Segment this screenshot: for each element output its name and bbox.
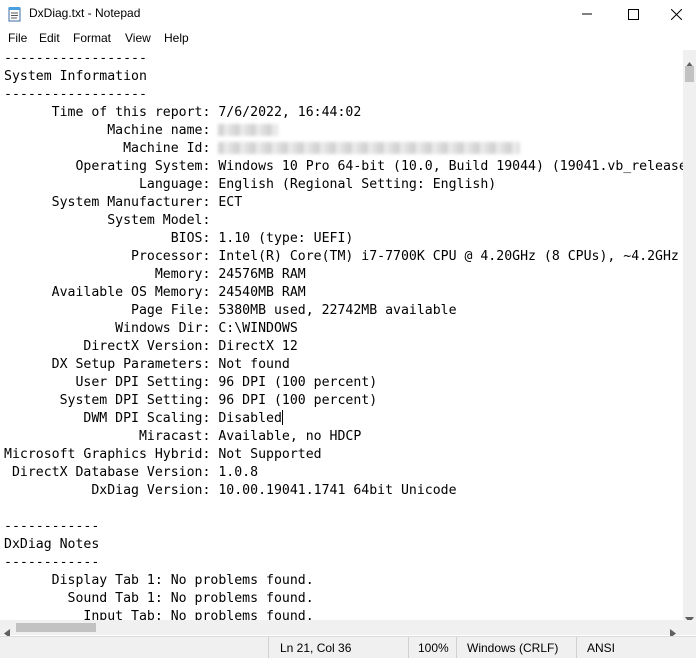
notepad-icon — [8, 6, 22, 22]
menu-view[interactable]: View — [123, 31, 153, 45]
status-segment-zoom: 100% — [408, 637, 457, 658]
status-bar: Ln 21, Col 36 100% Windows (CRLF) ANSI — [0, 636, 696, 658]
text-line: System Model: — [4, 213, 219, 228]
text-line: DirectX Version: DirectX 12 — [4, 339, 298, 354]
vertical-scrollbar[interactable] — [683, 50, 696, 623]
horizontal-scrollbar[interactable] — [0, 620, 683, 638]
maximize-button[interactable] — [610, 0, 656, 28]
text-line: Machine Id: — [4, 141, 219, 156]
title-bar[interactable]: DxDiag.txt - Notepad — [0, 0, 696, 28]
redacted-machine-id — [218, 142, 521, 154]
text-line: System DPI Setting: 96 DPI (100 percent) — [4, 393, 378, 408]
line-ending: Windows (CRLF) — [467, 641, 559, 655]
menu-format[interactable]: Format — [71, 31, 113, 45]
text-line: Processor: Intel(R) Core(TM) i7-7700K CP… — [4, 249, 679, 264]
text-line: Memory: 24576MB RAM — [4, 267, 306, 282]
maximize-icon — [627, 8, 639, 20]
minimize-icon — [582, 13, 592, 15]
status-segment-encoding: ANSI — [576, 637, 696, 658]
status-segment-line-ending: Windows (CRLF) — [456, 637, 577, 658]
text-line: Microsoft Graphics Hybrid: Not Supported — [4, 447, 322, 462]
text-line: Time of this report: 7/6/2022, 16:44:02 — [4, 105, 362, 120]
text-line: Page File: 5380MB used, 22742MB availabl… — [4, 303, 457, 318]
text-line: User DPI Setting: 96 DPI (100 percent) — [4, 375, 378, 390]
text-line: Input Tab: No problems found. — [4, 609, 314, 620]
text-caret — [281, 410, 283, 425]
text-line: System Information — [4, 69, 147, 84]
encoding: ANSI — [587, 641, 616, 655]
text-line: DWM DPI Scaling: Disabled — [4, 411, 282, 426]
text-line: Machine name: — [4, 123, 219, 138]
text-line: DX Setup Parameters: Not found — [4, 357, 290, 372]
text-line: Operating System: Windows 10 Pro 64-bit … — [75, 159, 683, 174]
redacted-machine-name — [218, 124, 279, 136]
minimize-button[interactable] — [564, 0, 610, 28]
text-line: System Manufacturer: ECT — [4, 195, 243, 210]
text-editor[interactable]: ------------------ System Information --… — [0, 50, 683, 620]
cursor-position: Ln 21, Col 36 — [280, 641, 352, 655]
text-line: Language: English (Regional Setting: Eng… — [4, 177, 497, 192]
status-segment-position: Ln 21, Col 36 — [268, 637, 409, 658]
window-title: DxDiag.txt - Notepad — [29, 6, 141, 20]
text-line: Display Tab 1: No problems found. — [4, 573, 314, 588]
scrollbar-corner — [683, 620, 696, 635]
menu-edit[interactable]: Edit — [37, 31, 62, 45]
vertical-scroll-thumb[interactable] — [685, 66, 694, 82]
text-line: DirectX Database Version: 1.0.8 — [4, 465, 259, 480]
text-line: Miracast: Available, no HDCP — [4, 429, 362, 444]
menu-bar: File Edit Format View Help — [0, 29, 696, 49]
text-line: Windows Dir: C:\WINDOWS — [4, 321, 298, 336]
text-line: ------------------ — [4, 51, 147, 66]
text-line: Available OS Memory: 24540MB RAM — [4, 285, 306, 300]
text-line: DxDiag Notes — [4, 537, 100, 552]
close-icon — [670, 8, 682, 20]
text-line: BIOS: 1.10 (type: UEFI) — [4, 231, 354, 246]
zoom-level: 100% — [418, 641, 449, 655]
menu-file[interactable]: File — [6, 31, 29, 45]
text-line: Sound Tab 1: No problems found. — [4, 591, 314, 606]
close-button[interactable] — [656, 0, 696, 28]
text-line: ------------ — [4, 519, 100, 534]
text-line: ------------------ — [4, 87, 147, 102]
text-line: ------------ — [4, 555, 100, 570]
menu-help[interactable]: Help — [162, 31, 191, 45]
document-text[interactable]: ------------------ System Information --… — [4, 50, 683, 620]
horizontal-scroll-thumb[interactable] — [16, 623, 96, 632]
text-line: DxDiag Version: 10.00.19041.1741 64bit U… — [4, 483, 457, 498]
